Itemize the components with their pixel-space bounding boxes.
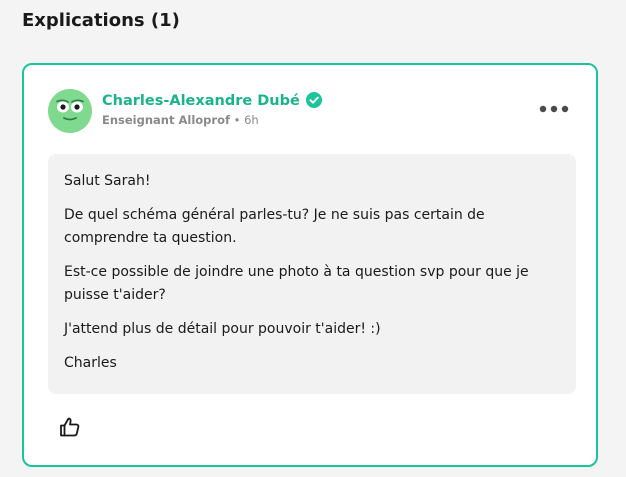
thumbs-up-icon bbox=[60, 417, 80, 437]
mascot-avatar-icon bbox=[48, 89, 92, 133]
like-button[interactable] bbox=[58, 415, 82, 439]
section-title: Explications (1) bbox=[22, 10, 180, 31]
author-avatar[interactable] bbox=[48, 89, 92, 133]
meta-separator: • bbox=[233, 113, 241, 127]
more-horizontal-icon bbox=[539, 105, 569, 113]
verified-check-icon bbox=[305, 92, 322, 108]
author-name-row: Charles-Alexandre Dubé bbox=[102, 92, 322, 109]
post-time: 6h bbox=[244, 113, 259, 127]
author-role: Enseignant Alloprof bbox=[102, 113, 230, 127]
answer-paragraph: Salut Sarah! bbox=[64, 173, 151, 189]
answer-paragraph: De quel schéma général parles-tu? Je ne … bbox=[64, 207, 485, 246]
answer-card: Charles-Alexandre Dubé Enseignant Allopr… bbox=[22, 63, 598, 467]
author-meta: Enseignant Alloprof • 6h bbox=[102, 113, 259, 127]
more-options-button[interactable] bbox=[538, 99, 570, 119]
answer-paragraph: Est-ce possible de joindre une photo à t… bbox=[64, 264, 529, 303]
author-name[interactable]: Charles-Alexandre Dubé bbox=[102, 93, 300, 109]
answer-body: Salut Sarah! De quel schéma général parl… bbox=[48, 154, 576, 394]
answer-header: Charles-Alexandre Dubé Enseignant Allopr… bbox=[48, 89, 572, 133]
answer-paragraph: J'attend plus de détail pour pouvoir t'a… bbox=[64, 321, 381, 337]
answer-paragraph: Charles bbox=[64, 355, 117, 371]
